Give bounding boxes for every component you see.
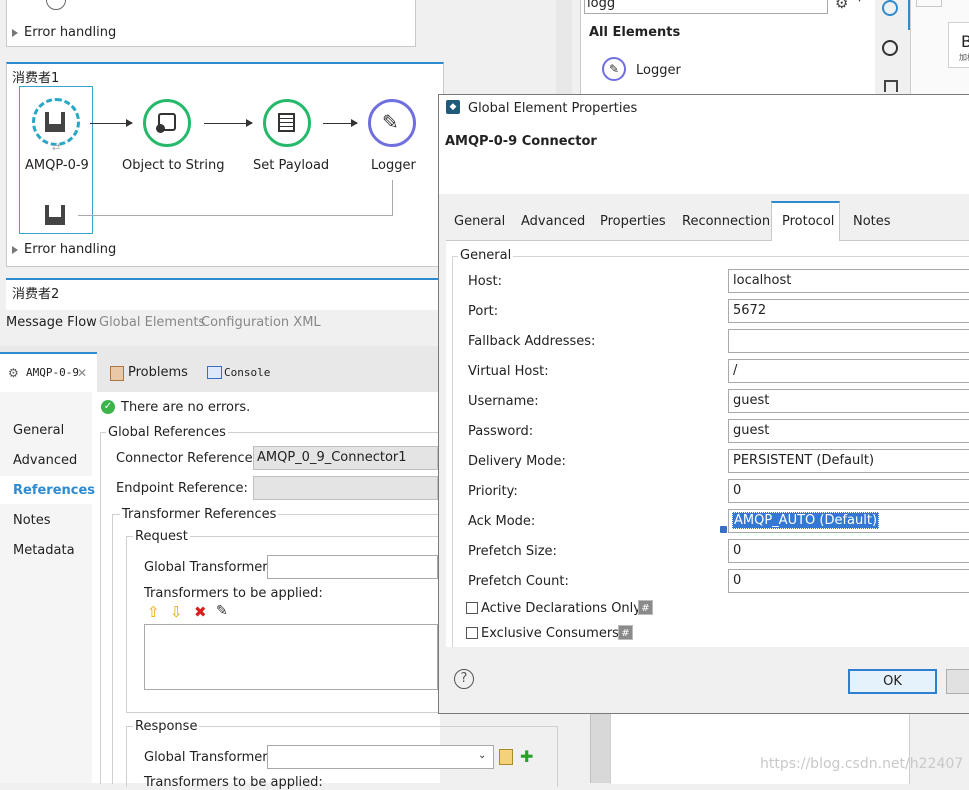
status-message: There are no errors.	[121, 400, 251, 415]
ack-mode-label: Ack Mode:	[468, 514, 536, 529]
tab-advanced[interactable]: Advanced	[521, 214, 585, 229]
all-elements-heading: All Elements	[589, 25, 681, 40]
dialog-window-title: Global Element Properties	[468, 101, 638, 116]
tab-notes[interactable]: Notes	[853, 214, 891, 229]
expand-triangle-icon	[12, 28, 18, 37]
nav-general[interactable]: General	[13, 423, 64, 438]
nav-advanced[interactable]: Advanced	[13, 453, 77, 468]
exchange-icon: ⇄	[52, 142, 61, 153]
search-icon[interactable]	[882, 0, 898, 16]
global-transformers-combo-response[interactable]	[267, 745, 494, 769]
palette-search-input[interactable]: logg	[584, 0, 828, 14]
exclusive-consumers-checkbox[interactable]	[466, 627, 478, 639]
ack-mode-combo[interactable]: AMQP_AUTO (Default)	[728, 509, 969, 533]
set-payload-label: Set Payload	[253, 158, 330, 173]
username-label: Username:	[468, 394, 539, 409]
virtual-host-input[interactable]: /	[728, 359, 969, 383]
password-label: Password:	[468, 424, 534, 439]
console-icon	[207, 366, 222, 379]
delivery-mode-combo[interactable]: PERSISTENT (Default)	[728, 449, 969, 473]
amqp-node-label: AMQP-0-9	[25, 158, 89, 173]
chevron-down-icon[interactable]: ▾	[857, 0, 862, 5]
nav-metadata[interactable]: Metadata	[13, 543, 75, 558]
host-label: Host:	[468, 274, 502, 289]
chevron-down-icon[interactable]: ⌄	[478, 750, 486, 761]
list-icon[interactable]	[884, 80, 898, 92]
ok-button[interactable]: OK	[848, 669, 937, 694]
tab-properties[interactable]: Properties	[600, 214, 666, 229]
palette-logger-item[interactable]: Logger	[636, 63, 681, 78]
tab-problems[interactable]: Problems	[128, 365, 188, 380]
active-declarations-label: Active Declarations Only	[481, 601, 641, 616]
edit-icon[interactable]: ✎	[216, 603, 228, 619]
flow2-container	[6, 278, 442, 310]
connector-reference-field[interactable]: AMQP_0_9_Connector1	[253, 446, 438, 470]
expression-hash-icon[interactable]: #	[638, 600, 653, 615]
prefetch-size-input[interactable]: 0	[728, 539, 969, 563]
check-icon: ✓	[101, 400, 115, 414]
arrow-up-icon[interactable]: ⇧	[147, 603, 160, 621]
priority-input[interactable]: 0	[728, 479, 969, 503]
nav-references[interactable]: References	[13, 483, 95, 498]
pencil-icon: ✎	[382, 110, 399, 134]
close-icon[interactable]: ✕	[77, 366, 87, 380]
logger-palette-icon: ✎	[602, 57, 626, 81]
expression-hash-icon[interactable]: #	[618, 625, 633, 640]
transformers-list[interactable]	[144, 624, 438, 690]
flow-arrow	[90, 119, 133, 127]
tab-message-flow[interactable]: Message Flow	[6, 315, 97, 330]
app-icon: ◆	[446, 100, 460, 114]
port-label: Port:	[468, 304, 499, 319]
cancel-button[interactable]	[946, 669, 969, 694]
ack-mode-selected-text: AMQP_AUTO (Default)	[732, 512, 880, 529]
delivery-mode-label: Delivery Mode:	[468, 454, 566, 469]
palette-panel	[580, 0, 876, 94]
target-icon[interactable]	[882, 40, 898, 56]
prefetch-size-label: Prefetch Size:	[468, 544, 557, 559]
amqp-view-icon: ⚙	[8, 366, 19, 380]
watermark-text: https://blog.csdn.net/h22407	[760, 756, 964, 772]
port-input[interactable]: 5672	[728, 299, 969, 323]
tab-configuration-xml[interactable]: Configuration XML	[201, 315, 321, 330]
prefetch-count-input[interactable]: 0	[728, 569, 969, 593]
virtual-host-label: Virtual Host:	[468, 364, 549, 379]
error-handling-toggle[interactable]: Error handling	[12, 25, 116, 40]
active-declarations-checkbox[interactable]	[466, 602, 478, 614]
flow-arrow	[204, 119, 253, 127]
password-input[interactable]: guest	[728, 419, 969, 443]
browse-icon[interactable]	[499, 749, 513, 765]
tab-console[interactable]: Console	[224, 366, 270, 379]
flow2-title: 消费者2	[12, 287, 60, 302]
help-icon[interactable]: ?	[454, 669, 474, 689]
logger-label: Logger	[371, 158, 416, 173]
fallback-addresses-input[interactable]	[728, 329, 969, 353]
tab-general[interactable]: General	[454, 214, 505, 229]
host-input[interactable]: localhost	[728, 269, 969, 293]
arrow-down-icon[interactable]: ⇩	[170, 603, 183, 621]
dialog-heading: AMQP-0-9 Connector	[445, 134, 597, 149]
priority-label: Priority:	[468, 484, 518, 499]
gear-icon[interactable]: ⚙	[835, 0, 848, 12]
tab-reconnection[interactable]: Reconnection	[682, 214, 770, 229]
fallback-addresses-label: Fallback Addresses:	[468, 334, 596, 349]
info-decoration-icon	[720, 526, 727, 533]
error-handling-toggle[interactable]: Error handling	[12, 242, 116, 257]
nav-notes[interactable]: Notes	[13, 513, 51, 528]
tab-protocol-label[interactable]: Protocol	[782, 214, 834, 229]
global-transformers-combo[interactable]	[267, 555, 438, 579]
exclusive-consumers-label: Exclusive Consumers	[481, 626, 619, 641]
delete-icon[interactable]: ✖	[194, 603, 207, 621]
flow-title: 消费者1	[12, 71, 60, 86]
prefetch-count-label: Prefetch Count:	[468, 574, 569, 589]
endpoint-reference-field[interactable]	[253, 476, 438, 500]
expand-triangle-icon	[12, 245, 18, 254]
tab-global-elements[interactable]: Global Elements	[99, 315, 205, 330]
username-input[interactable]: guest	[728, 389, 969, 413]
object-to-string-label: Object to String	[122, 158, 225, 173]
properties-nav	[0, 392, 92, 783]
payload-icon	[278, 113, 295, 132]
flow-arrow	[323, 119, 358, 127]
problems-icon	[110, 366, 124, 381]
add-icon[interactable]: ✚	[520, 747, 533, 766]
